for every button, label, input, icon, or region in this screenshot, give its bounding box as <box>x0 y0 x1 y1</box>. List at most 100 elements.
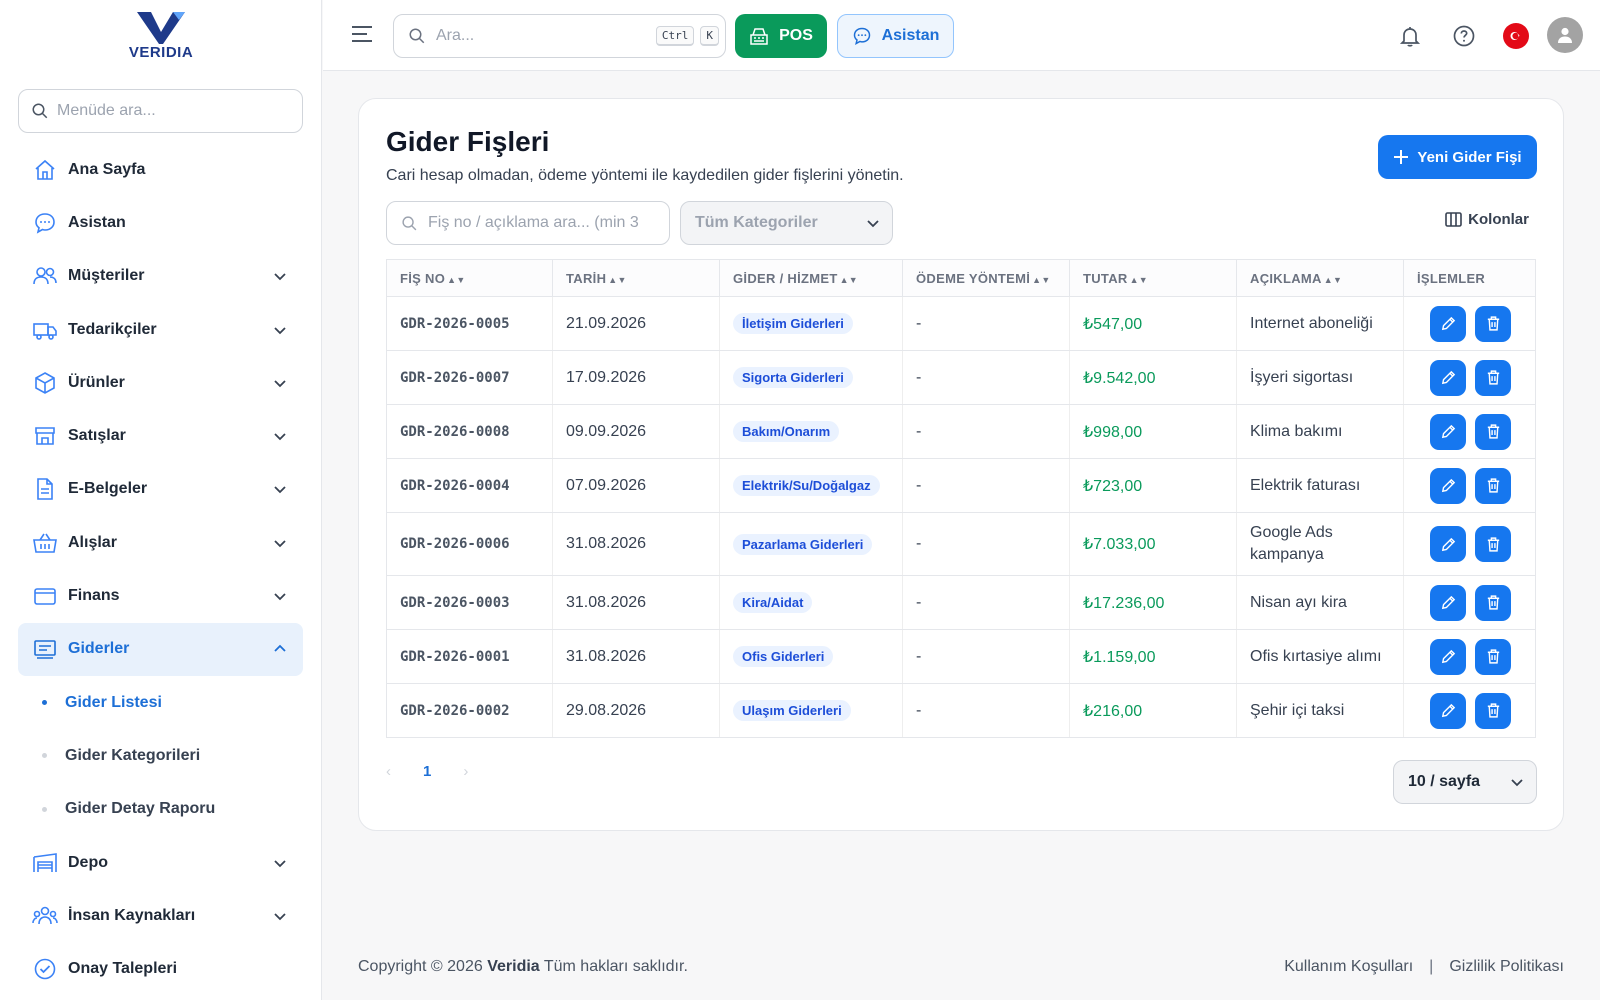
column-header-expense-service[interactable]: GİDER / HİZMET ▲▼ <box>719 259 903 297</box>
footer-privacy-link[interactable]: Gizlilik Politikası <box>1449 958 1564 976</box>
columns-icon <box>1445 212 1462 227</box>
trash-icon <box>1487 370 1499 385</box>
description: Şehir içi taksi <box>1250 701 1345 719</box>
sidebar-item-purchases[interactable]: Alışlar <box>18 516 303 569</box>
table-row[interactable]: GDR-2026-0006 31.08.2026 Pazarlama Giderle… <box>386 512 1536 576</box>
delete-button[interactable] <box>1475 638 1511 675</box>
column-header-description[interactable]: AÇIKLAMA ▲▼ <box>1236 259 1404 297</box>
pagination: ‹ 1 › <box>386 763 468 780</box>
chevron-down-icon <box>274 273 286 281</box>
column-header-payment-method[interactable]: ÖDEME YÖNTEMİ ▲▼ <box>902 259 1070 297</box>
sidebar-subitem-expense-report[interactable]: Gider Detay Raporu <box>18 783 303 836</box>
brand-logo[interactable]: VERIDIA <box>120 8 202 64</box>
expense-table: FİŞ NO ▲▼ TARİH ▲▼ GİDER / HİZMET ▲▼ ÖDEME … <box>386 259 1536 738</box>
edit-button[interactable] <box>1430 692 1466 729</box>
pagination-next-button[interactable]: › <box>463 763 468 780</box>
table-row[interactable]: GDR-2026-0004 07.09.2026 Elektrik/Su/Doğal… <box>386 458 1536 513</box>
delete-button[interactable] <box>1475 584 1511 621</box>
amount: ₺998,00 <box>1083 423 1143 441</box>
menu-toggle-button[interactable] <box>351 24 373 49</box>
page-size-select[interactable]: 10 / sayfa <box>1393 760 1537 804</box>
pagination-prev-button[interactable]: ‹ <box>386 763 391 780</box>
edit-button[interactable] <box>1430 413 1466 450</box>
sidebar-item-customers[interactable]: Müşteriler <box>18 250 303 303</box>
receipt-date: 17.09.2026 <box>566 368 647 386</box>
delete-button[interactable] <box>1475 413 1511 450</box>
help-button[interactable] <box>1451 23 1477 49</box>
sidebar-item-hr[interactable]: İnsan Kaynakları <box>18 889 303 942</box>
user-avatar[interactable] <box>1547 17 1583 53</box>
column-header-date[interactable]: TARİH ▲▼ <box>552 259 720 297</box>
sidebar-item-label: Ürünler <box>68 373 125 391</box>
search-icon <box>409 28 425 44</box>
shortcut-key-k: K <box>700 26 719 46</box>
delete-button[interactable] <box>1475 359 1511 396</box>
language-flag-icon[interactable] <box>1503 23 1529 49</box>
table-row[interactable]: GDR-2026-0007 17.09.2026 Sigorta Giderleri… <box>386 350 1536 405</box>
sort-icon: ▲▼ <box>608 274 627 285</box>
table-row[interactable]: GDR-2026-0008 09.09.2026 Bakım/Onarım - ₺998… <box>386 404 1536 459</box>
column-header-amount[interactable]: TUTAR ▲▼ <box>1069 259 1237 297</box>
sidebar-subitem-expense-categories[interactable]: Gider Kategorileri <box>18 729 303 782</box>
notifications-button[interactable] <box>1397 23 1423 49</box>
sidebar-item-finance[interactable]: Finans <box>18 569 303 622</box>
receipt-search-placeholder: Fiş no / açıklama ara... (min 3 <box>428 214 639 231</box>
table-row[interactable]: GDR-2026-0002 29.08.2026 Ulaşım Giderleri -… <box>386 683 1536 738</box>
chevron-down-icon <box>867 220 879 228</box>
description: Klima bakımı <box>1250 422 1343 440</box>
sidebar-item-suppliers[interactable]: Tedarikçiler <box>18 303 303 356</box>
sidebar-item-e-documents[interactable]: E-Belgeler <box>18 463 303 516</box>
table-row[interactable]: GDR-2026-0003 31.08.2026 Kira/Aidat - ₺17.23… <box>386 575 1536 630</box>
global-search-placeholder: Ara... <box>436 27 475 44</box>
sidebar-item-expenses[interactable]: Giderler <box>18 622 303 676</box>
column-header-receipt-no[interactable]: FİŞ NO ▲▼ <box>386 259 553 297</box>
category-select-value: Tüm Kategoriler <box>695 214 818 231</box>
users-icon <box>32 263 58 289</box>
edit-button[interactable] <box>1430 638 1466 675</box>
row-actions <box>1417 305 1535 342</box>
edit-button[interactable] <box>1430 526 1466 562</box>
sidebar-item-assistant[interactable]: Asistan <box>18 196 303 249</box>
edit-button[interactable] <box>1430 467 1466 504</box>
columns-button[interactable]: Kolonlar <box>1445 211 1529 228</box>
payment-method: - <box>916 314 922 332</box>
table-row[interactable]: GDR-2026-0005 21.09.2026 İletişim Giderler… <box>386 296 1536 351</box>
receipt-search-input[interactable]: Fiş no / açıklama ara... (min 3 <box>386 201 670 245</box>
check-circle-icon <box>32 956 58 982</box>
category-select[interactable]: Tüm Kategoriler <box>680 201 893 245</box>
pagination-page-current[interactable]: 1 <box>423 763 431 780</box>
page-title: Gider Fişleri <box>386 126 550 157</box>
table-row[interactable]: GDR-2026-0001 31.08.2026 Ofis Giderleri - ₺1… <box>386 629 1536 684</box>
delete-button[interactable] <box>1475 692 1511 729</box>
sidebar-item-label: İnsan Kaynakları <box>68 906 196 924</box>
sidebar-item-home[interactable]: Ana Sayfa <box>18 143 303 196</box>
receipt-no: GDR-2026-0008 <box>400 423 510 440</box>
edit-button[interactable] <box>1430 584 1466 621</box>
global-search-input[interactable]: Ara... Ctrl K <box>393 14 726 58</box>
sidebar-item-products[interactable]: Ürünler <box>18 356 303 409</box>
menu-search-placeholder: Menüde ara... <box>57 102 156 119</box>
receipt-date: 31.08.2026 <box>566 647 647 665</box>
delete-button[interactable] <box>1475 467 1511 504</box>
edit-button[interactable] <box>1430 305 1466 342</box>
sidebar-subitem-expense-list[interactable]: Gider Listesi <box>18 676 303 729</box>
delete-button[interactable] <box>1475 305 1511 342</box>
assistant-button[interactable]: Asistan <box>837 14 954 58</box>
trash-icon <box>1487 536 1499 552</box>
category-tag: Kira/Aidat <box>733 592 813 613</box>
footer-separator: | <box>1429 958 1434 975</box>
pos-button[interactable]: POS <box>735 14 827 58</box>
new-expense-receipt-button[interactable]: Yeni Gider Fişi <box>1378 135 1537 179</box>
delete-button[interactable] <box>1475 526 1511 562</box>
bullet-icon <box>42 753 47 759</box>
sidebar-item-sales[interactable]: Satışlar <box>18 409 303 462</box>
menu-search-input[interactable]: Menüde ara... <box>18 89 303 133</box>
receipt-date: 31.08.2026 <box>566 535 647 552</box>
trash-icon <box>1487 478 1499 493</box>
sidebar-item-warehouse[interactable]: Depo <box>18 836 303 889</box>
sidebar-item-approvals[interactable]: Onay Talepleri <box>18 942 303 995</box>
footer-terms-link[interactable]: Kullanım Koşulları <box>1284 958 1413 976</box>
bullet-icon <box>42 806 47 812</box>
sidebar-item-label: Asistan <box>68 213 126 231</box>
edit-button[interactable] <box>1430 359 1466 396</box>
